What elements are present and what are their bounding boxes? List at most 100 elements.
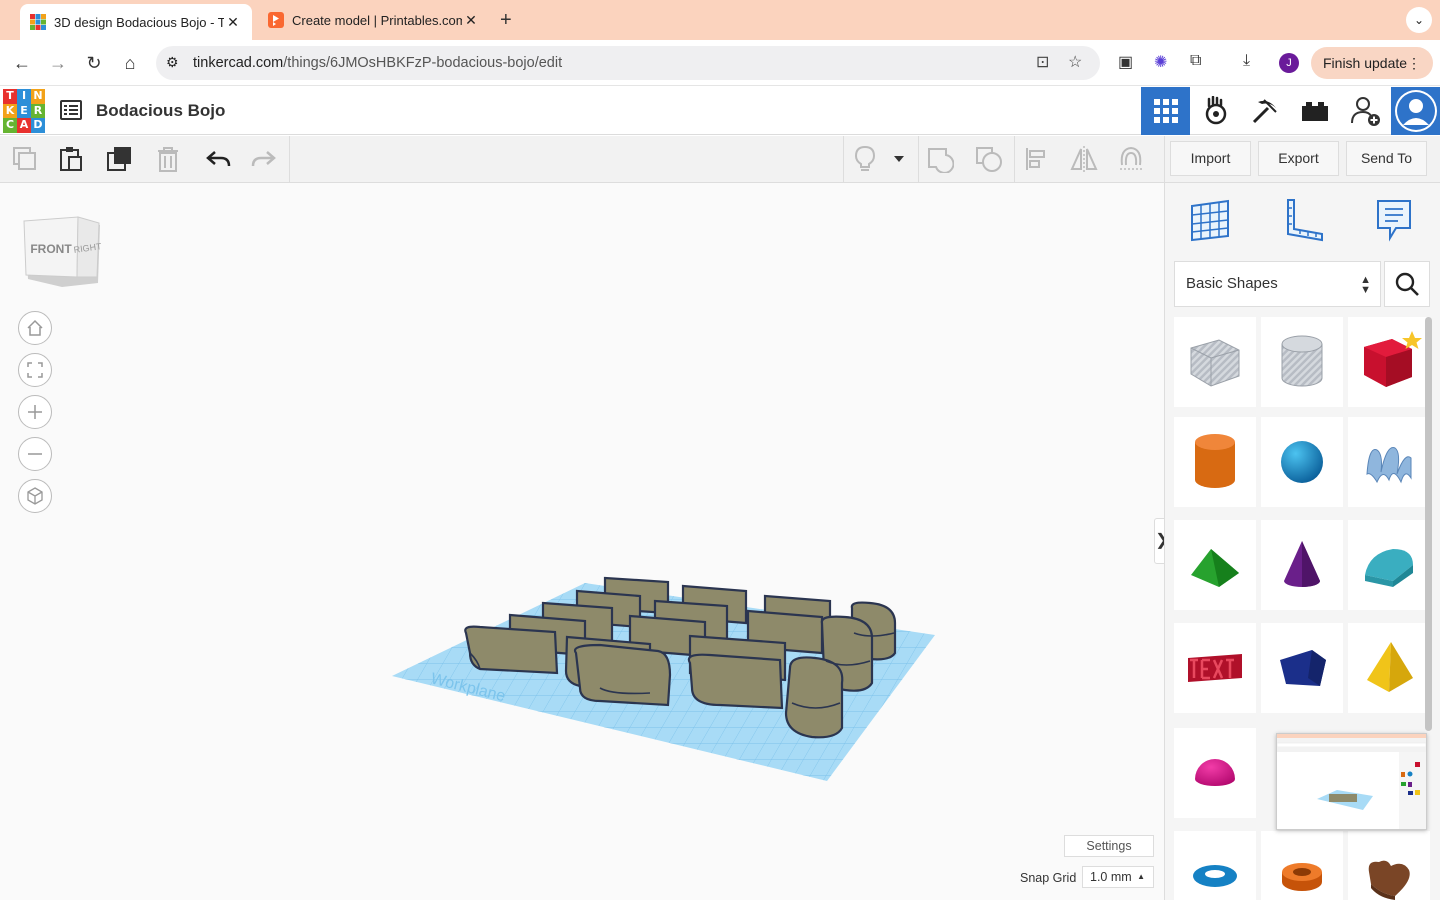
shape-sphere[interactable] [1261,417,1343,507]
shape-cylinder-hole[interactable] [1261,317,1343,407]
shape-pyramid[interactable] [1348,623,1430,713]
tab-tinkercad[interactable]: 3D design Bodacious Bojo - Tinkercad ✕ [20,4,252,40]
invite-collaborator-button[interactable] [1341,87,1390,135]
align-button[interactable] [1022,144,1052,174]
close-tab-icon[interactable]: ✕ [224,14,242,31]
extension-icon[interactable]: ▣ [1118,52,1133,72]
printables-favicon [268,12,284,28]
send-to-button[interactable]: Send To [1346,141,1427,176]
mirror-button[interactable] [1069,144,1099,174]
cruise-button[interactable] [1116,144,1146,174]
shape-library-select[interactable]: Basic Shapes ▲ ▼ [1174,261,1381,307]
ruler-tool-button[interactable] [1276,195,1328,245]
app-header: T I N K E R C A D Bodacious Bojo [0,87,1440,135]
close-tab-icon[interactable]: ✕ [462,12,480,29]
shape-polygon[interactable] [1261,623,1343,713]
forward-icon[interactable]: → [46,51,70,75]
workplane-viewport[interactable]: FRONT RIGHT Workplane Settings Snap Grid… [0,183,1170,900]
cylinder-icon [1195,434,1235,488]
light-dropdown[interactable] [886,144,912,174]
torus-icon [1193,865,1237,887]
tab-search-icon[interactable]: ⌄ [1406,7,1432,33]
caret-up-icon: ▲ [1137,872,1145,881]
notes-tool-button[interactable] [1368,195,1420,245]
cone-icon [1284,541,1320,587]
profile-avatar[interactable]: J [1279,53,1299,73]
browser-tab-strip: 3D design Bodacious Bojo - Tinkercad ✕ C… [0,0,1440,40]
shape-box-hole[interactable] [1174,317,1256,407]
snap-grid-select[interactable]: 1.0 mm ▲ [1082,866,1154,888]
shape-text[interactable] [1174,623,1256,713]
pickaxe-icon [1252,99,1277,124]
shape-cylinder[interactable] [1174,417,1256,507]
tinkercad-logo[interactable]: T I N K E R C A D [3,89,45,133]
tab-printables[interactable]: Create model | Printables.com ✕ [258,4,490,36]
address-bar[interactable]: ⚙ tinkercad.com/things/6JMOsHBKFzP-bodac… [156,46,1100,80]
tab-title: 3D design Bodacious Bojo - Tinkercad [54,14,224,30]
url-host: tinkercad.com [193,55,284,71]
workplane-tool-button[interactable] [1184,195,1236,245]
light-button[interactable] [850,144,880,174]
browser-toolbar: ← → ↻ ⌂ ⚙ tinkercad.com/things/6JMOsHBKF… [0,40,1440,86]
redo-button[interactable] [249,144,279,174]
user-avatar-button[interactable] [1391,87,1440,135]
shape-search-button[interactable] [1384,261,1430,307]
shape-cone[interactable] [1261,520,1343,610]
more-menu-icon: ⋮ [1407,55,1421,71]
screenshot-thumbnail[interactable] [1276,733,1427,830]
settings-button[interactable]: Settings [1064,835,1154,857]
bookmark-star-icon[interactable]: ☆ [1068,52,1082,72]
undo-button[interactable] [203,144,233,174]
url-text: tinkercad.com/things/6JMOsHBKFzP-bodacio… [193,55,562,71]
hand-gear-icon [1205,96,1226,125]
ungroup-button[interactable] [974,144,1004,174]
redo-icon [251,151,276,167]
paste-button[interactable] [56,144,86,174]
download-icon[interactable]: ⤓ [1243,52,1250,70]
shape-box[interactable] [1348,317,1430,407]
design-list-icon[interactable] [60,100,82,120]
install-app-icon[interactable]: ⊡ [1036,52,1049,72]
finish-update-button[interactable]: Finish update ⋮ [1311,47,1433,79]
duplicate-button[interactable] [105,144,135,174]
shape-tube[interactable] [1261,831,1343,900]
shape-torus[interactable] [1174,831,1256,900]
ruler-icon [1287,199,1323,242]
copy-button[interactable] [10,144,40,174]
extension-snowflake-icon[interactable]: ✺ [1154,52,1167,72]
shape-round-roof[interactable] [1348,520,1430,610]
lightbulb-icon [854,145,876,171]
screenshot-preview-image [1276,734,1427,829]
shape-roof[interactable] [1174,520,1256,610]
grid-view-icon [1153,99,1178,123]
minecraft-button[interactable] [1240,87,1289,135]
site-info-icon[interactable]: ⚙ [166,54,179,71]
shape-scribble[interactable] [1348,417,1430,507]
workplane-scene[interactable]: Workplane [0,183,1164,900]
box-hole-icon [1190,339,1240,387]
import-button[interactable]: Import [1170,141,1251,176]
finish-update-label: Finish update [1323,55,1408,71]
bricks-button[interactable] [1290,87,1339,135]
home-icon[interactable]: ⌂ [118,51,142,75]
tube-icon [1282,863,1322,891]
logo-letter: E [17,103,31,119]
search-icon [1395,272,1419,296]
group-button[interactable] [925,144,955,174]
shapes-scrollbar[interactable] [1425,317,1432,731]
export-button[interactable]: Export [1258,141,1339,176]
shape-heart[interactable] [1348,831,1430,900]
delete-button[interactable] [153,144,183,174]
design-title[interactable]: Bodacious Bojo [96,101,225,121]
workplane-icon [1191,199,1229,242]
logo-letter: C [3,118,17,133]
shape-half-sphere[interactable] [1174,728,1256,818]
paste-icon [60,147,82,171]
back-icon[interactable]: ← [10,51,34,75]
reload-icon[interactable]: ↻ [82,51,106,75]
codeblocks-button[interactable] [1191,87,1240,135]
new-tab-icon[interactable]: + [500,9,512,32]
extensions-puzzle-icon[interactable]: ⧉ [1190,52,1201,70]
cylinder-hole-icon [1281,335,1323,387]
3d-view-button[interactable] [1141,87,1190,135]
